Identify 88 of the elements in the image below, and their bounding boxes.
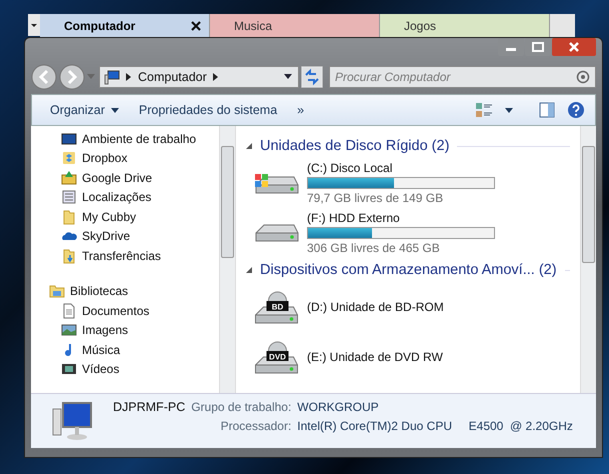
places-icon (61, 189, 77, 206)
tab-strip-end (550, 14, 575, 37)
tab[interactable]: Jogos (380, 14, 550, 37)
property-label: Grupo de trabalho: (191, 400, 292, 414)
nav-item[interactable]: SkyDrive (61, 226, 219, 246)
nav-item-label[interactable]: Localizações (82, 190, 152, 204)
optical-drive-icon (255, 291, 298, 323)
nav-item-label[interactable]: Dropbox (82, 151, 128, 166)
scrollbar[interactable] (580, 126, 596, 393)
collapse-icon[interactable] (246, 143, 252, 149)
drive-name: (E:) Unidade de DVD RW (307, 350, 443, 364)
breadcrumb[interactable]: Computador (138, 70, 207, 84)
chevron-icon (212, 73, 219, 81)
nav-item[interactable]: Imagens (61, 320, 219, 340)
drive-item[interactable]: BD (D:) Unidade de BD-ROM (246, 282, 580, 332)
chevron-icon (126, 73, 132, 81)
computer-name: DJPRMF-PC (113, 400, 186, 414)
nav-item-label[interactable]: Ambiente de trabalho (82, 132, 196, 146)
property-label: Processador: (220, 419, 292, 433)
scrollbar[interactable] (219, 126, 235, 393)
hard-drive-icon (255, 174, 298, 193)
refresh-icon[interactable] (301, 66, 323, 88)
command-button[interactable]: Organizar (46, 101, 123, 119)
nav-item[interactable]: Música (61, 340, 219, 360)
nav-item-label[interactable]: Documentos (82, 304, 150, 318)
free-space-text: 79,7 GB livres de 149 GB (307, 191, 444, 205)
nav-item-label[interactable]: SkyDrive (82, 229, 130, 244)
drive-name: (F:) HDD Externo (307, 211, 401, 225)
group-header[interactable]: Unidades de Disco Rígido (2) (246, 134, 570, 158)
nav-item[interactable]: Vídeos (61, 360, 219, 379)
help-icon[interactable] (567, 101, 585, 119)
collapse-icon[interactable] (246, 267, 252, 273)
command-button[interactable]: Propriedades do sistema (134, 101, 282, 119)
optical-drive-icon (255, 341, 298, 373)
computer-icon (104, 69, 120, 85)
tab[interactable]: Musica (210, 14, 380, 37)
picture-icon (61, 322, 77, 338)
nav-item[interactable]: Localizações (61, 188, 219, 207)
address-bar[interactable]: Computador (99, 66, 299, 88)
caret-icon (110, 108, 119, 112)
forward-icon[interactable] (59, 64, 85, 90)
computer-icon (51, 399, 95, 443)
nav-item-label[interactable]: My Cubby (82, 210, 136, 224)
nav-item[interactable]: Transferências (61, 246, 219, 266)
view-options-icon[interactable] (475, 102, 493, 118)
caret-icon[interactable] (284, 74, 292, 80)
monitor-icon (61, 130, 77, 147)
nav-item-label[interactable]: Música (82, 342, 120, 357)
group-header[interactable]: Dispositivos com Armazenamento Amoví... (2) (246, 258, 570, 282)
nav-item[interactable]: Documentos (61, 301, 219, 320)
disc-label: DVD (269, 352, 286, 361)
free-space-text: 306 GB livres de 465 GB (307, 241, 441, 255)
download-folder-icon (61, 248, 77, 264)
back-icon[interactable] (31, 64, 57, 90)
group-title: Dispositivos com Armazenamento Amoví... (2) (260, 262, 557, 278)
drive-item[interactable]: (F:) HDD Externo 306 GB livres de 465 GB (246, 208, 580, 258)
nav-item[interactable]: Dropbox (61, 148, 219, 168)
nav-item-label[interactable]: Google Drive (82, 170, 152, 185)
nav-item[interactable]: Bibliotecas (49, 282, 219, 301)
drive-item[interactable]: (C:) Disco Local 79,7 GB livres de 149 GB (246, 158, 580, 208)
close-icon[interactable] (191, 20, 201, 30)
nav-item-label[interactable]: Bibliotecas (70, 284, 128, 298)
disc-label: BD (272, 302, 284, 311)
library-folder-icon (49, 283, 65, 300)
nav-item[interactable]: My Cubby (61, 207, 219, 226)
caret-icon[interactable] (28, 14, 40, 36)
search-icon (576, 70, 590, 84)
property-value: WORKGROUP (297, 400, 380, 414)
nav-item-label[interactable]: Imagens (82, 323, 128, 338)
search-field[interactable]: Procurar Computador (329, 66, 596, 88)
property-value: Intel(R) Core(TM)2 Duo CPU E4500 @ 2.20GHz (297, 419, 573, 433)
tab[interactable]: Computador (40, 14, 210, 37)
drive-name: (D:) Unidade de BD-ROM (307, 300, 444, 314)
nav-item-label[interactable]: Transferências (82, 248, 161, 263)
nav-item[interactable]: Ambiente de trabalho (61, 129, 219, 148)
nav-item-label[interactable]: Vídeos (82, 362, 120, 376)
drive-name: (C:) Disco Local (307, 161, 394, 175)
caret-icon[interactable] (505, 108, 513, 112)
folder-icon (61, 208, 77, 225)
document-icon (61, 302, 77, 319)
drive-folder-icon (61, 170, 77, 186)
more-button[interactable]: » (293, 101, 308, 119)
group-title: Unidades de Disco Rígido (2) (260, 138, 450, 154)
hard-drive-icon (256, 224, 298, 242)
drive-item[interactable]: DVD (E:) Unidade de DVD RW (246, 332, 580, 382)
preview-pane-icon[interactable] (539, 102, 555, 118)
nav-item[interactable]: Google Drive (61, 168, 219, 188)
box-folder-icon (61, 150, 77, 166)
